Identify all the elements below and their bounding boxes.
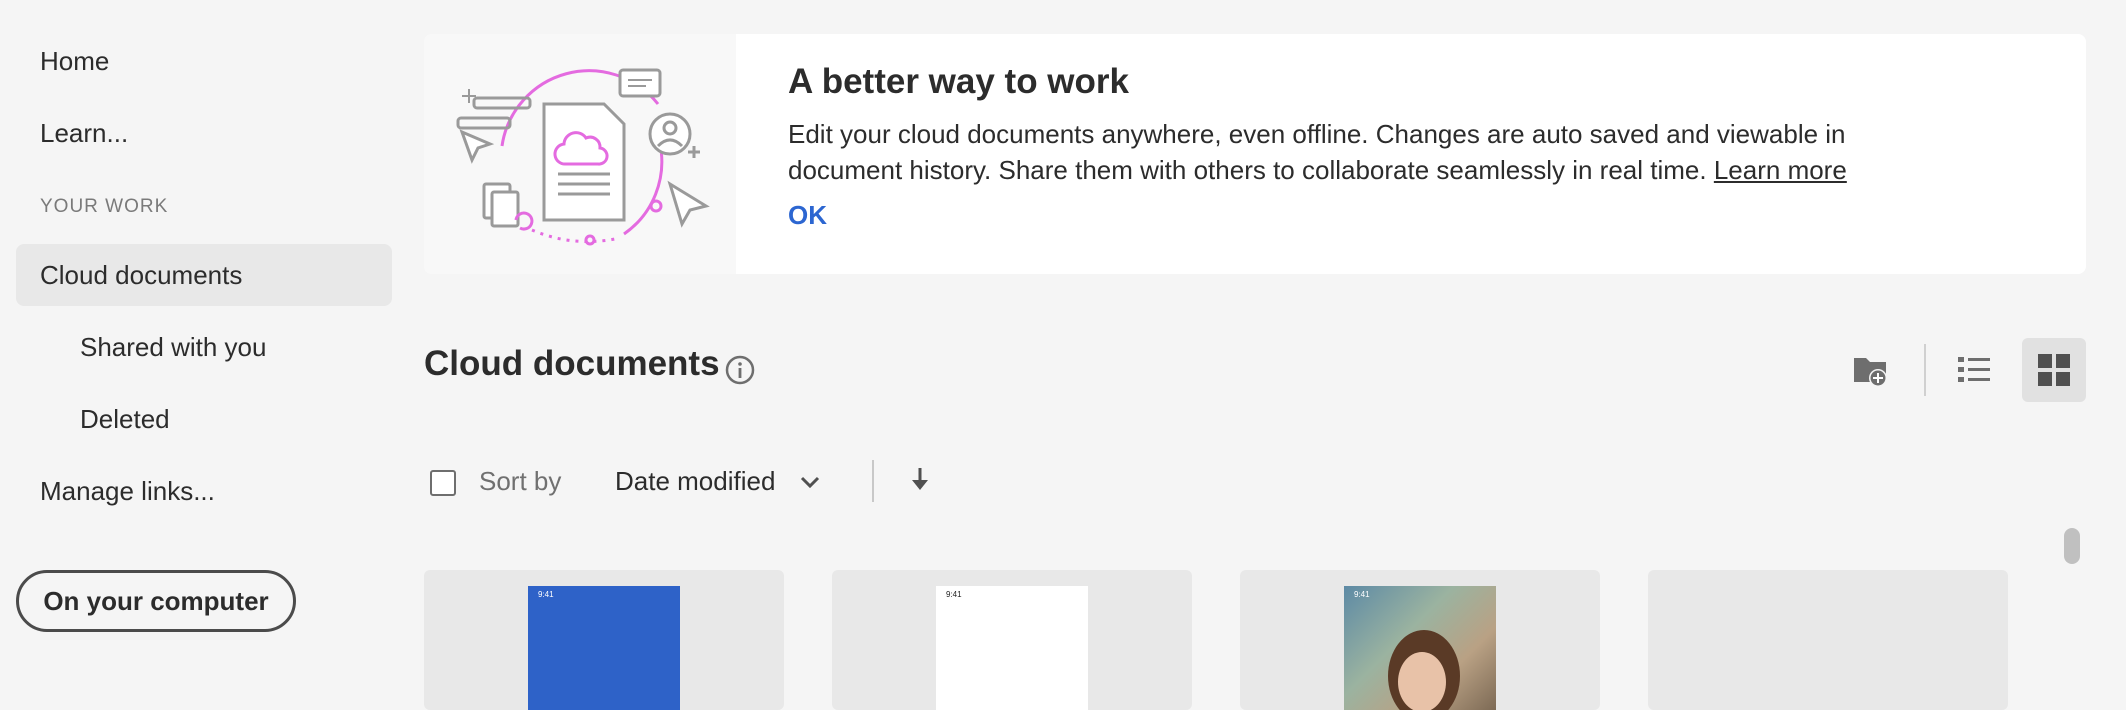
sidebar-item-shared-with-you[interactable]: Shared with you [16, 316, 392, 378]
promo-banner: A better way to work Edit your cloud doc… [424, 34, 2086, 274]
banner-body: Edit your cloud documents anywhere, even… [788, 116, 1888, 188]
sort-dropdown[interactable]: Date modified [615, 466, 775, 497]
scrollbar-thumb[interactable] [2064, 528, 2080, 564]
list-view-button[interactable] [1942, 338, 2006, 402]
document-thumbnail: 9:41 [936, 586, 1088, 710]
section-label-your-work: YOUR WORK [40, 196, 169, 217]
sidebar-item-manage-links[interactable]: Manage links... [16, 460, 392, 522]
cloud-collaboration-illustration [424, 34, 736, 274]
on-your-computer-button[interactable]: On your computer [16, 570, 296, 632]
sidebar-item-deleted[interactable]: Deleted [16, 388, 392, 450]
banner-ok-button[interactable]: OK [788, 200, 827, 231]
document-thumbnail-photo: 9:41 [1344, 586, 1496, 710]
grid-view-button[interactable] [2022, 338, 2086, 402]
document-card[interactable]: 9:41 [424, 570, 784, 710]
grid-view-icon [2038, 354, 2070, 386]
sidebar-item-learn[interactable]: Learn... [16, 102, 392, 164]
select-all-checkbox[interactable] [430, 470, 456, 496]
sort-direction-icon[interactable] [908, 466, 932, 494]
sidebar-item-home[interactable]: Home [16, 30, 392, 92]
banner-body-text: Edit your cloud documents anywhere, even… [788, 119, 1846, 185]
document-thumbnail: 9:41 [528, 586, 680, 710]
new-folder-icon [1854, 358, 1887, 387]
status-time: 9:41 [946, 590, 962, 599]
document-card[interactable]: 9:41 [1240, 570, 1600, 710]
sort-by-label: Sort by [479, 466, 562, 496]
banner-title: A better way to work [788, 62, 1129, 101]
sidebar: Home Learn... YOUR WORK Cloud documents … [0, 0, 410, 700]
chevron-down-icon[interactable] [798, 470, 822, 494]
document-card[interactable]: 9:41 [832, 570, 1192, 710]
toolbar-divider [1924, 344, 1926, 396]
info-icon[interactable] [724, 354, 756, 386]
status-time: 9:41 [538, 590, 554, 599]
learn-more-link[interactable]: Learn more [1714, 155, 1847, 185]
sidebar-item-cloud-documents[interactable]: Cloud documents [16, 244, 392, 306]
new-folder-button[interactable] [1838, 338, 1902, 402]
page-title: Cloud documents [424, 344, 720, 383]
document-card[interactable] [1648, 570, 2008, 710]
list-view-icon [1958, 357, 1990, 382]
sort-divider [872, 460, 874, 502]
